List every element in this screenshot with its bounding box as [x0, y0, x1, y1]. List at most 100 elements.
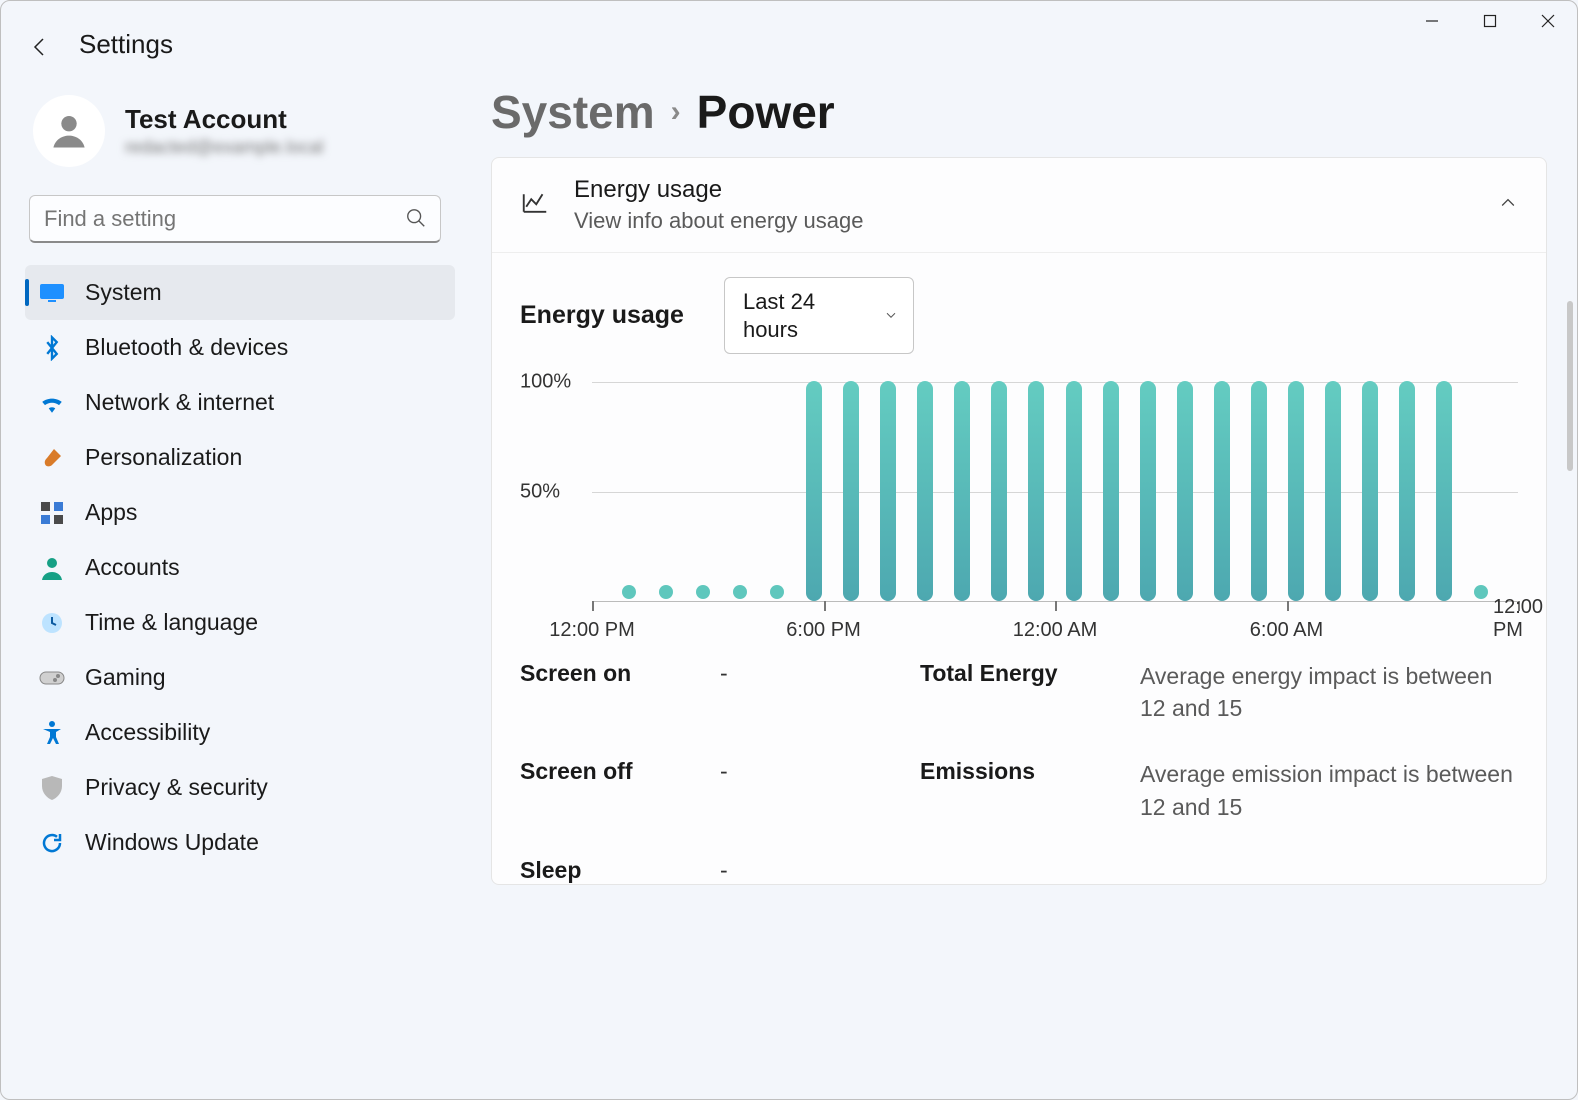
shield-icon	[39, 775, 65, 801]
energy-usage-label: Energy usage	[520, 301, 684, 330]
sidebar-item-time-language[interactable]: Time & language	[25, 595, 455, 650]
accessibility-icon	[39, 720, 65, 746]
person-icon	[39, 555, 65, 581]
sidebar-item-label: Bluetooth & devices	[85, 334, 288, 361]
brush-icon	[39, 445, 65, 471]
card-subtitle: View info about energy usage	[574, 208, 863, 234]
minimize-button[interactable]	[1403, 1, 1461, 41]
chart-point[interactable]	[733, 585, 747, 599]
search-box[interactable]	[29, 195, 441, 243]
sidebar-item-label: Apps	[85, 499, 137, 526]
breadcrumb-parent[interactable]: System	[491, 85, 655, 139]
chart-point[interactable]	[659, 585, 673, 599]
sidebar-item-label: Personalization	[85, 444, 242, 471]
energy-usage-card: Energy usage View info about energy usag…	[491, 157, 1547, 885]
chart-point[interactable]	[770, 585, 784, 599]
chart-ytick: 100%	[520, 371, 571, 394]
stat-emissions-desc: Average emission impact is between 12 an…	[1140, 758, 1518, 822]
sidebar-item-network-internet[interactable]: Network & internet	[25, 375, 455, 430]
chart-bar[interactable]	[1251, 381, 1267, 601]
monitor-icon	[39, 280, 65, 306]
sidebar-item-bluetooth-devices[interactable]: Bluetooth & devices	[25, 320, 455, 375]
chart-bar[interactable]	[917, 381, 933, 601]
chart-xtick: 6:00 AM	[1250, 619, 1323, 642]
sidebar-item-system[interactable]: System	[25, 265, 455, 320]
apps-icon	[39, 500, 65, 526]
update-icon	[39, 830, 65, 856]
chart-bar[interactable]	[991, 381, 1007, 601]
back-button[interactable]	[25, 31, 57, 63]
chart-xtick: 6:00 PM	[786, 619, 860, 642]
chart-ytick: 50%	[520, 481, 560, 504]
dropdown-selected: Last 24 hours	[743, 289, 815, 342]
sidebar-item-privacy-security[interactable]: Privacy & security	[25, 760, 455, 815]
sidebar-item-label: Time & language	[85, 609, 258, 636]
stat-total-energy-desc: Average energy impact is between 12 and …	[1140, 660, 1518, 724]
chart-bar[interactable]	[843, 381, 859, 601]
chevron-up-icon	[1498, 193, 1518, 218]
wifi-icon	[39, 390, 65, 416]
maximize-button[interactable]	[1461, 1, 1519, 41]
scrollbar[interactable]	[1567, 301, 1573, 471]
chart-xtick: 12:00 PM	[549, 619, 635, 642]
stat-screen-off-value: -	[720, 758, 920, 822]
sidebar-item-accounts[interactable]: Accounts	[25, 540, 455, 595]
sidebar-item-apps[interactable]: Apps	[25, 485, 455, 540]
chart-bar[interactable]	[954, 381, 970, 601]
stat-emissions-label: Emissions	[920, 758, 1140, 822]
sidebar-item-personalization[interactable]: Personalization	[25, 430, 455, 485]
close-button[interactable]	[1519, 1, 1577, 41]
stat-screen-on-value: -	[720, 660, 920, 724]
account-subtitle: redacted@example.local	[125, 137, 323, 158]
chart-bar[interactable]	[1028, 381, 1044, 601]
stat-screen-off-label: Screen off	[520, 758, 720, 822]
sidebar-item-label: System	[85, 279, 162, 306]
app-title: Settings	[79, 29, 173, 60]
sidebar-nav: System Bluetooth & devices Network & inter…	[25, 265, 455, 870]
chart-bar[interactable]	[1436, 381, 1452, 601]
chart-bar[interactable]	[806, 381, 822, 601]
chart-bar[interactable]	[1325, 381, 1341, 601]
chart-bar[interactable]	[1362, 381, 1378, 601]
breadcrumb-current: Power	[697, 85, 835, 139]
chart-bar[interactable]	[1066, 381, 1082, 601]
chart-bar[interactable]	[880, 381, 896, 601]
sidebar-item-label: Gaming	[85, 664, 166, 691]
stat-total-energy-label: Total Energy	[920, 660, 1140, 724]
stat-sleep-value: -	[720, 857, 920, 884]
sidebar-item-accessibility[interactable]: Accessibility	[25, 705, 455, 760]
search-icon	[405, 207, 427, 234]
sidebar-item-label: Network & internet	[85, 389, 274, 416]
stat-screen-on-label: Screen on	[520, 660, 720, 724]
clock-globe-icon	[39, 610, 65, 636]
account-block[interactable]: Test Account redacted@example.local	[25, 85, 455, 191]
sidebar-item-label: Accessibility	[85, 719, 210, 746]
chart-bar[interactable]	[1103, 381, 1119, 601]
chart-point[interactable]	[696, 585, 710, 599]
chart-point[interactable]	[1474, 585, 1488, 599]
chart-bar[interactable]	[1288, 381, 1304, 601]
gamepad-icon	[39, 665, 65, 691]
avatar	[33, 95, 105, 167]
chevron-right-icon: ›	[671, 95, 681, 129]
bluetooth-icon	[39, 335, 65, 361]
breadcrumb: System › Power	[491, 85, 1547, 139]
sidebar-item-label: Windows Update	[85, 829, 259, 856]
sidebar-item-windows-update[interactable]: Windows Update	[25, 815, 455, 870]
energy-usage-chart[interactable]: 50%100%12:00 PM6:00 PM12:00 AM6:00 AM12:…	[520, 382, 1518, 642]
chart-bar[interactable]	[1140, 381, 1156, 601]
energy-usage-header[interactable]: Energy usage View info about energy usag…	[492, 158, 1546, 253]
time-range-dropdown[interactable]: Last 24 hours	[724, 277, 914, 354]
account-name: Test Account	[125, 104, 323, 135]
chart-bar[interactable]	[1177, 381, 1193, 601]
chart-xtick: 12:00 PM	[1493, 596, 1543, 642]
chart-bar[interactable]	[1399, 381, 1415, 601]
search-input[interactable]	[29, 195, 441, 243]
chart-point[interactable]	[622, 585, 636, 599]
chart-bar[interactable]	[1214, 381, 1230, 601]
sidebar-item-gaming[interactable]: Gaming	[25, 650, 455, 705]
chevron-down-icon	[883, 302, 899, 330]
card-title: Energy usage	[574, 176, 863, 204]
chart-xtick: 12:00 AM	[1013, 619, 1098, 642]
sidebar-item-label: Accounts	[85, 554, 180, 581]
